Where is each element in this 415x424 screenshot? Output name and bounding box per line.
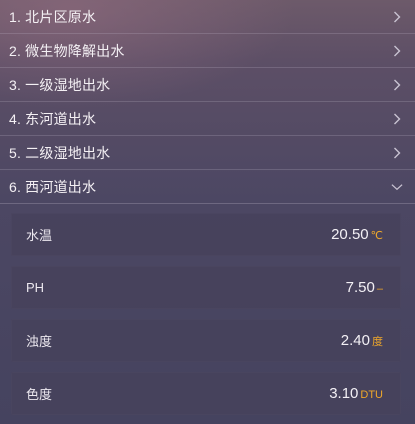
chevron-right-icon (391, 113, 403, 125)
section-label: 2. 微生物降解出水 (9, 42, 125, 59)
metric-card-chroma: 色度 3.10 DTU (11, 372, 401, 415)
metric-reading: 3.10 DTU (329, 385, 383, 402)
section-north-raw-water[interactable]: 1. 北片区原水 (0, 0, 415, 34)
metric-name: PH (26, 280, 45, 295)
metric-unit: ℃ (370, 230, 383, 242)
section-microbial-degradation-outflow[interactable]: 2. 微生物降解出水 (0, 34, 415, 68)
section-east-river-outflow[interactable]: 4. 东河道出水 (0, 102, 415, 136)
metric-value: 2.40 (340, 332, 370, 349)
section-secondary-wetland-outflow[interactable]: 5. 二级湿地出水 (0, 136, 415, 170)
metric-value: 7.50 (345, 279, 375, 296)
section-label: 1. 北片区原水 (9, 8, 97, 25)
metric-reading: 2.40 度 (341, 332, 383, 349)
metric-unit: 度 (372, 336, 383, 348)
metric-name: 色度 (26, 387, 53, 402)
metric-card-turbidity: 浊度 2.40 度 (11, 319, 401, 362)
section-label: 4. 东河道出水 (9, 110, 97, 127)
chevron-right-icon (391, 147, 403, 159)
metric-unit: DTU (360, 389, 383, 401)
water-quality-panel: 1. 北片区原水 2. 微生物降解出水 3. 一级湿地出水 4. 东河道出水 5… (0, 0, 415, 424)
metric-unit: – (376, 283, 383, 295)
metric-value: 20.50 (331, 226, 369, 243)
metric-card-water-temperature: 水温 20.50 ℃ (11, 213, 401, 256)
metrics-list: 水温 20.50 ℃ PH 7.50 – 浊度 2.40 度 色度 3.10 D… (0, 204, 415, 415)
section-primary-wetland-outflow[interactable]: 3. 一级湿地出水 (0, 68, 415, 102)
section-label: 3. 一级湿地出水 (9, 76, 111, 93)
chevron-right-icon (391, 79, 403, 91)
chevron-right-icon (391, 45, 403, 57)
metric-reading: 20.50 ℃ (331, 226, 383, 243)
metric-name: 水温 (26, 228, 53, 243)
section-west-river-outflow[interactable]: 6. 西河道出水 (0, 170, 415, 204)
metric-reading: 7.50 – (346, 279, 383, 296)
section-label: 5. 二级湿地出水 (9, 144, 111, 161)
chevron-down-icon (391, 181, 403, 193)
metric-name: 浊度 (26, 334, 53, 349)
section-label: 6. 西河道出水 (9, 178, 97, 195)
metric-value: 3.10 (329, 385, 359, 402)
metric-card-ph: PH 7.50 – (11, 266, 401, 309)
chevron-right-icon (391, 11, 403, 23)
